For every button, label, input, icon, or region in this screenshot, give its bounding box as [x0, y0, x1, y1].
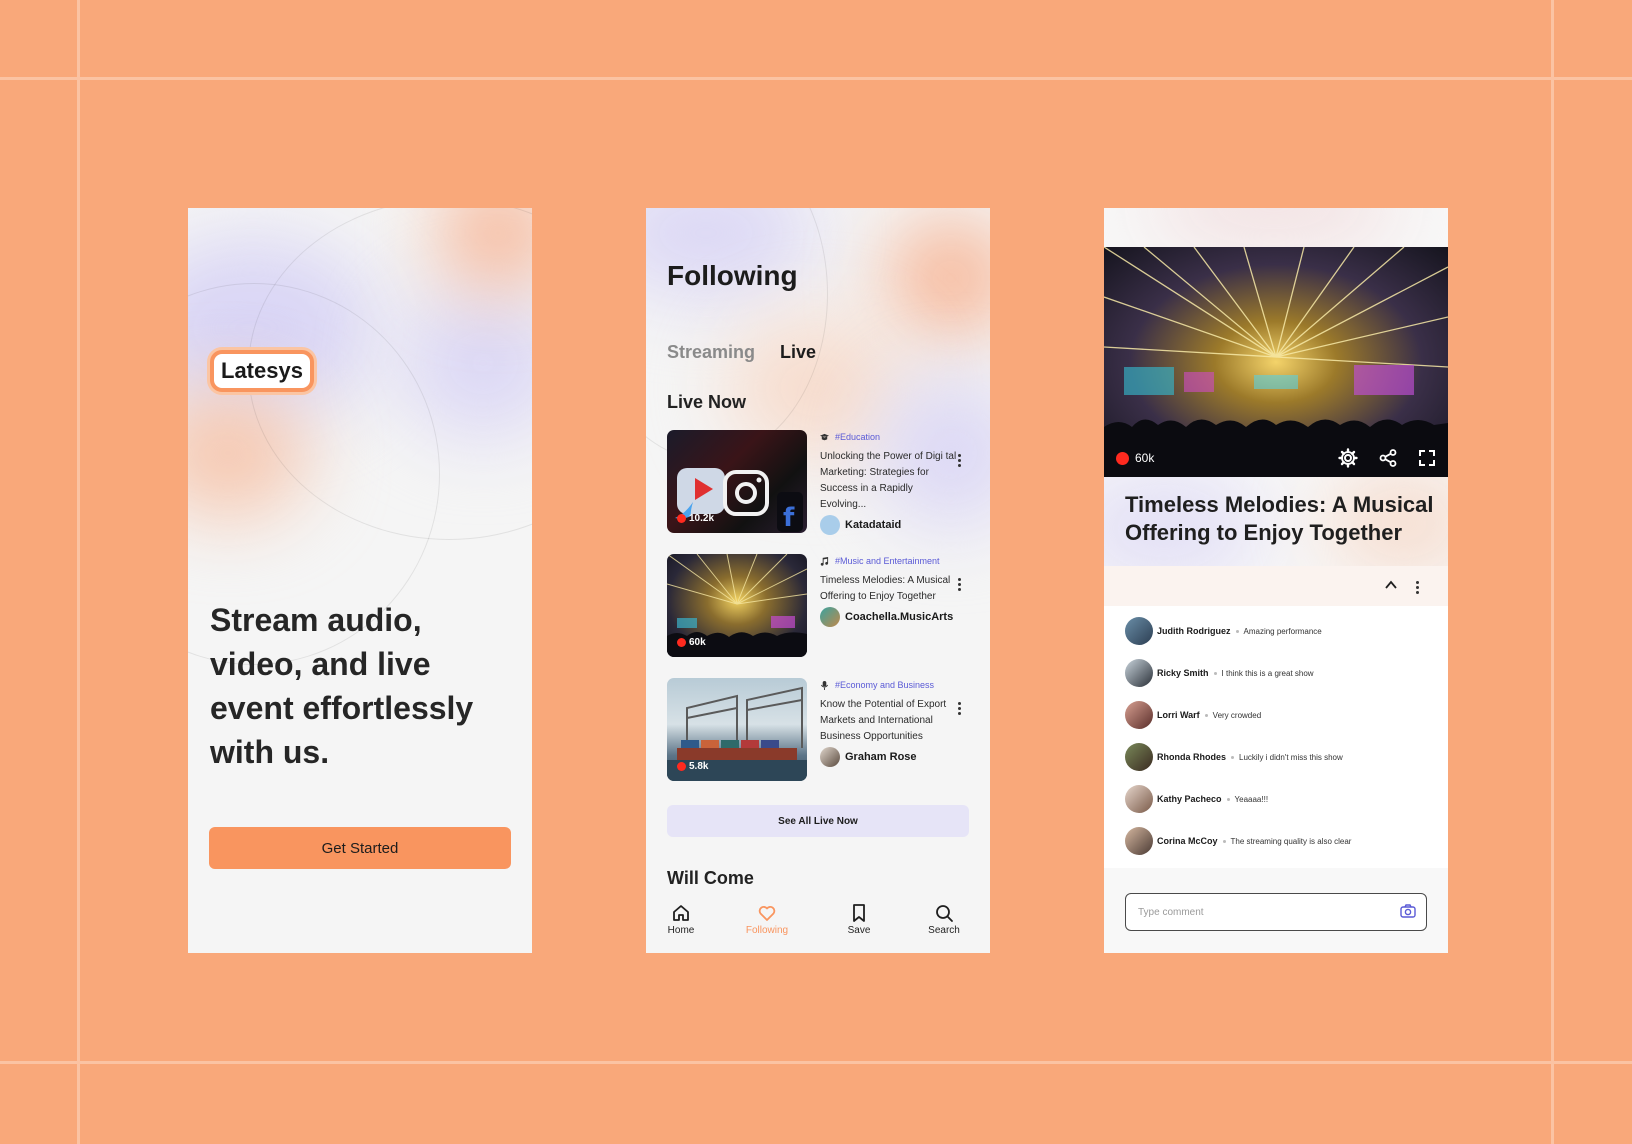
viewer-count: 5.8k [677, 761, 708, 772]
comment-item: Kathy Pacheco Yeaaaa!!! [1125, 784, 1268, 814]
grid-line-right [1551, 0, 1554, 1144]
more-options-icon[interactable] [958, 452, 962, 469]
microphone-icon [820, 680, 829, 690]
comment-text: Luckily i didn't miss this show [1239, 752, 1343, 762]
music-note-icon [820, 556, 829, 566]
live-thumbnail-concert: 60k [667, 554, 807, 657]
viewer-count: 60k [677, 637, 706, 648]
live-dot-icon [677, 514, 686, 523]
search-icon [936, 905, 953, 922]
live-now-heading: Live Now [667, 392, 747, 412]
chevron-up-icon[interactable] [1384, 578, 1398, 592]
viewer-count: 10.2k [677, 513, 714, 524]
comment-item: Corina McCoy The streaming quality is al… [1125, 826, 1351, 856]
share-icon[interactable] [1378, 448, 1398, 468]
stream-detail-screen: 60k Timeless Melodies: A Musical Offerin… [1104, 208, 1448, 953]
comment-text: The streaming quality is also clear [1230, 836, 1352, 846]
author[interactable]: Coachella.MusicArts [820, 607, 960, 627]
more-options-icon[interactable] [1416, 579, 1420, 596]
avatar [1125, 617, 1153, 645]
heart-icon [758, 906, 776, 921]
stream-title: Unlocking the Power of Digi tal Marketin… [820, 451, 957, 510]
live-dot-icon [677, 638, 686, 647]
video-player[interactable]: 60k [1104, 247, 1448, 477]
comment-author[interactable]: Kathy Pacheco [1157, 794, 1222, 804]
following-screen: Following Streaming Live Live Now f 10.2… [646, 208, 990, 953]
comment-input-box [1125, 893, 1427, 931]
category-tag[interactable]: #Education [820, 430, 960, 444]
stream-title: Timeless Melodies: A Musical Offering to… [820, 575, 951, 602]
live-dot-icon [1116, 451, 1129, 465]
camera-icon[interactable] [1400, 904, 1416, 918]
comment-author[interactable]: Lorri Warf [1157, 710, 1200, 720]
grid-line-bottom [0, 1061, 1632, 1064]
comment-text: Very crowded [1212, 710, 1262, 720]
concert-video-frame [1104, 247, 1448, 477]
onboarding-screen: Latesys Stream audio, video, and live ev… [188, 208, 532, 953]
comment-input[interactable] [1136, 902, 1390, 922]
avatar [1125, 659, 1153, 687]
avatar [820, 515, 840, 535]
nav-save[interactable]: Save [824, 903, 894, 936]
live-thumbnail-port: 5.8k [667, 678, 807, 781]
live-card[interactable]: f 10.2k #Education Unlocking the Power o… [667, 430, 970, 535]
comment-item: Rhonda Rhodes Luckily i didn't miss this… [1125, 742, 1343, 772]
more-options-icon[interactable] [958, 700, 962, 717]
tab-streaming[interactable]: Streaming [667, 342, 755, 363]
bookmark-icon [853, 904, 865, 922]
page-title: Following [667, 260, 798, 291]
comment-text: I think this is a great show [1221, 668, 1314, 678]
bg-blob-top [1144, 208, 1404, 248]
app-logo: Latesys [210, 350, 314, 392]
category-tag[interactable]: #Music and Entertainment [820, 554, 960, 568]
grid-line-top [0, 77, 1632, 80]
tab-live[interactable]: Live [780, 342, 816, 363]
comment-item: Lorri Warf Very crowded [1125, 700, 1261, 730]
comment-author[interactable]: Judith Rodriguez [1157, 626, 1231, 636]
comment-item: Ricky Smith I think this is a great show [1125, 658, 1314, 688]
bottom-navigation: Home Following Save Search [646, 903, 990, 953]
comment-author[interactable]: Rhonda Rhodes [1157, 752, 1226, 762]
nav-home[interactable]: Home [646, 903, 716, 936]
svg-text:f: f [783, 503, 795, 533]
grid-line-left [77, 0, 80, 1144]
live-card[interactable]: 60k #Music and Entertainment Timeless Me… [667, 554, 970, 657]
comments-header [1104, 566, 1448, 606]
comment-author[interactable]: Ricky Smith [1157, 668, 1209, 678]
author[interactable]: Graham Rose [820, 747, 960, 767]
avatar [1125, 701, 1153, 729]
hero-heading: Stream audio, video, and live event effo… [210, 602, 474, 770]
comment-list: Judith Rodriguez Amazing performance Ric… [1104, 606, 1448, 868]
bg-blob-orange [886, 218, 990, 338]
stream-title: Know the Potential of Export Markets and… [820, 699, 947, 742]
more-options-icon[interactable] [958, 576, 962, 593]
viewer-count: 60k [1116, 451, 1154, 465]
graduation-cap-icon [820, 433, 829, 440]
nav-search[interactable]: Search [909, 903, 979, 936]
category-tag[interactable]: #Economy and Business [820, 678, 960, 692]
comment-text: Yeaaaa!!! [1234, 794, 1269, 804]
live-thumbnail-social: f 10.2k [667, 430, 807, 533]
home-icon [673, 905, 689, 921]
will-come-heading: Will Come [667, 868, 754, 888]
live-card[interactable]: 5.8k #Economy and Business Know the Pote… [667, 678, 970, 781]
comment-author[interactable]: Corina McCoy [1157, 836, 1218, 846]
avatar [820, 607, 840, 627]
see-all-live-button[interactable]: See All Live Now [667, 805, 969, 837]
avatar [1125, 827, 1153, 855]
avatar [820, 747, 840, 767]
live-dot-icon [677, 762, 686, 771]
author[interactable]: Katadataid [820, 515, 960, 535]
comment-text: Amazing performance [1243, 626, 1322, 636]
settings-gear-icon[interactable] [1338, 448, 1358, 468]
stream-title: Timeless Melodies: A Musical Offering to… [1125, 492, 1434, 545]
avatar [1125, 785, 1153, 813]
avatar [1125, 743, 1153, 771]
fullscreen-icon[interactable] [1417, 448, 1437, 468]
get-started-button[interactable]: Get Started [209, 827, 511, 869]
nav-following[interactable]: Following [732, 903, 802, 936]
comment-item: Judith Rodriguez Amazing performance [1125, 616, 1322, 646]
